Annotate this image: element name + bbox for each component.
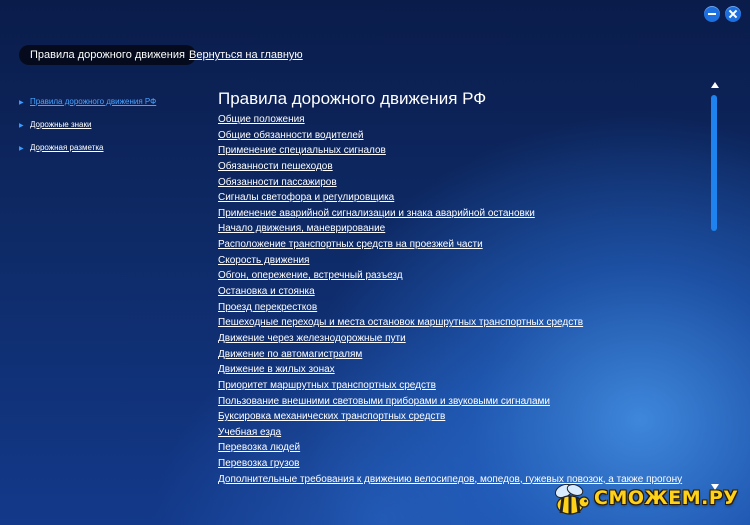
list-item: Применение специальных сигналов: [218, 143, 698, 159]
sidebar-item-road-signs[interactable]: ▶ Дорожные знаки: [19, 119, 189, 142]
section-link[interactable]: Расположение транспортных средств на про…: [218, 239, 483, 250]
triangle-right-icon: ▶: [19, 146, 24, 152]
sidebar-item-label[interactable]: Правила дорожного движения РФ: [30, 96, 156, 108]
section-link[interactable]: Сигналы светофора и регулировщика: [218, 192, 394, 203]
section-link[interactable]: Начало движения, маневрирование: [218, 223, 385, 234]
triangle-right-icon: ▶: [19, 100, 24, 106]
section-link[interactable]: Остановка и стоянка: [218, 286, 315, 297]
list-item: Приоритет маршрутных транспортных средст…: [218, 378, 698, 394]
watermark: СМОЖЕМ.РУ: [548, 476, 744, 520]
list-item: Обязанности пассажиров: [218, 175, 698, 191]
list-item: Обязанности пешеходов: [218, 159, 698, 175]
list-item: Движение через железнодорожные пути: [218, 331, 698, 347]
list-item: Скорость движения: [218, 253, 698, 269]
list-item: Общие положения: [218, 112, 698, 128]
list-item: Общие обязанности водителей: [218, 128, 698, 144]
list-item: Движение по автомагистралям: [218, 347, 698, 363]
list-item: Расположение транспортных средств на про…: [218, 237, 698, 253]
main-content: Правила дорожного движения РФ Общие поло…: [218, 88, 698, 487]
section-link[interactable]: Пешеходные переходы и места остановок ма…: [218, 317, 583, 328]
section-link[interactable]: Обязанности пешеходов: [218, 161, 333, 172]
bee-icon: [554, 483, 590, 515]
section-link[interactable]: Общие положения: [218, 114, 305, 125]
sidebar-item-traffic-rules[interactable]: ▶ Правила дорожного движения РФ: [19, 96, 189, 119]
sidebar-item-label[interactable]: Дорожные знаки: [30, 119, 91, 131]
sidebar: ▶ Правила дорожного движения РФ ▶ Дорожн…: [19, 96, 189, 165]
list-item: Пользование внешними световыми приборами…: [218, 394, 698, 410]
list-item: Обгон, опережение, встречный разъезд: [218, 268, 698, 284]
section-link[interactable]: Перевозка грузов: [218, 458, 299, 469]
section-link[interactable]: Обгон, опережение, встречный разъезд: [218, 270, 403, 281]
minimize-icon[interactable]: [704, 6, 720, 22]
tab-traffic-rules[interactable]: Правила дорожного движения: [19, 45, 196, 65]
list-item: Перевозка людей: [218, 440, 698, 456]
section-link[interactable]: Проезд перекрестков: [218, 302, 317, 313]
list-item: Начало движения, маневрирование: [218, 221, 698, 237]
section-link[interactable]: Применение специальных сигналов: [218, 145, 386, 156]
list-item: Применение аварийной сигнализации и знак…: [218, 206, 698, 222]
section-link[interactable]: Обязанности пассажиров: [218, 177, 337, 188]
section-link[interactable]: Пользование внешними световыми приборами…: [218, 396, 550, 407]
sections-list: Общие положения Общие обязанности водите…: [218, 112, 698, 487]
section-link[interactable]: Буксировка механических транспортных сре…: [218, 411, 445, 422]
section-link[interactable]: Скорость движения: [218, 255, 309, 266]
list-item: Пешеходные переходы и места остановок ма…: [218, 315, 698, 331]
section-link[interactable]: Перевозка людей: [218, 442, 300, 453]
list-item: Сигналы светофора и регулировщика: [218, 190, 698, 206]
section-link[interactable]: Общие обязанности водителей: [218, 130, 363, 141]
app-window: Правила дорожного движения Вернуться на …: [0, 0, 750, 525]
list-item: Проезд перекрестков: [218, 300, 698, 316]
sidebar-item-label[interactable]: Дорожная разметка: [30, 142, 104, 154]
list-item: Учебная езда: [218, 425, 698, 441]
list-item: Движение в жилых зонах: [218, 362, 698, 378]
list-item: Остановка и стоянка: [218, 284, 698, 300]
watermark-text: СМОЖЕМ.РУ: [594, 487, 739, 509]
section-link[interactable]: Движение в жилых зонах: [218, 364, 335, 375]
scrollbar-thumb[interactable]: [711, 95, 717, 231]
section-link[interactable]: Применение аварийной сигнализации и знак…: [218, 208, 535, 219]
close-icon[interactable]: [725, 6, 741, 22]
title-bar: [0, 0, 750, 30]
list-item: Буксировка механических транспортных сре…: [218, 409, 698, 425]
list-item: Перевозка грузов: [218, 456, 698, 472]
section-link[interactable]: Учебная езда: [218, 427, 281, 438]
sidebar-item-road-marking[interactable]: ▶ Дорожная разметка: [19, 142, 189, 165]
triangle-up-icon[interactable]: [711, 82, 719, 88]
section-link[interactable]: Движение через железнодорожные пути: [218, 333, 406, 344]
page-title: Правила дорожного движения РФ: [218, 89, 487, 108]
back-to-home-link[interactable]: Вернуться на главную: [189, 49, 303, 62]
triangle-right-icon: ▶: [19, 123, 24, 129]
section-link[interactable]: Движение по автомагистралям: [218, 349, 362, 360]
section-link[interactable]: Приоритет маршрутных транспортных средст…: [218, 380, 436, 391]
scrollbar[interactable]: [710, 82, 720, 492]
